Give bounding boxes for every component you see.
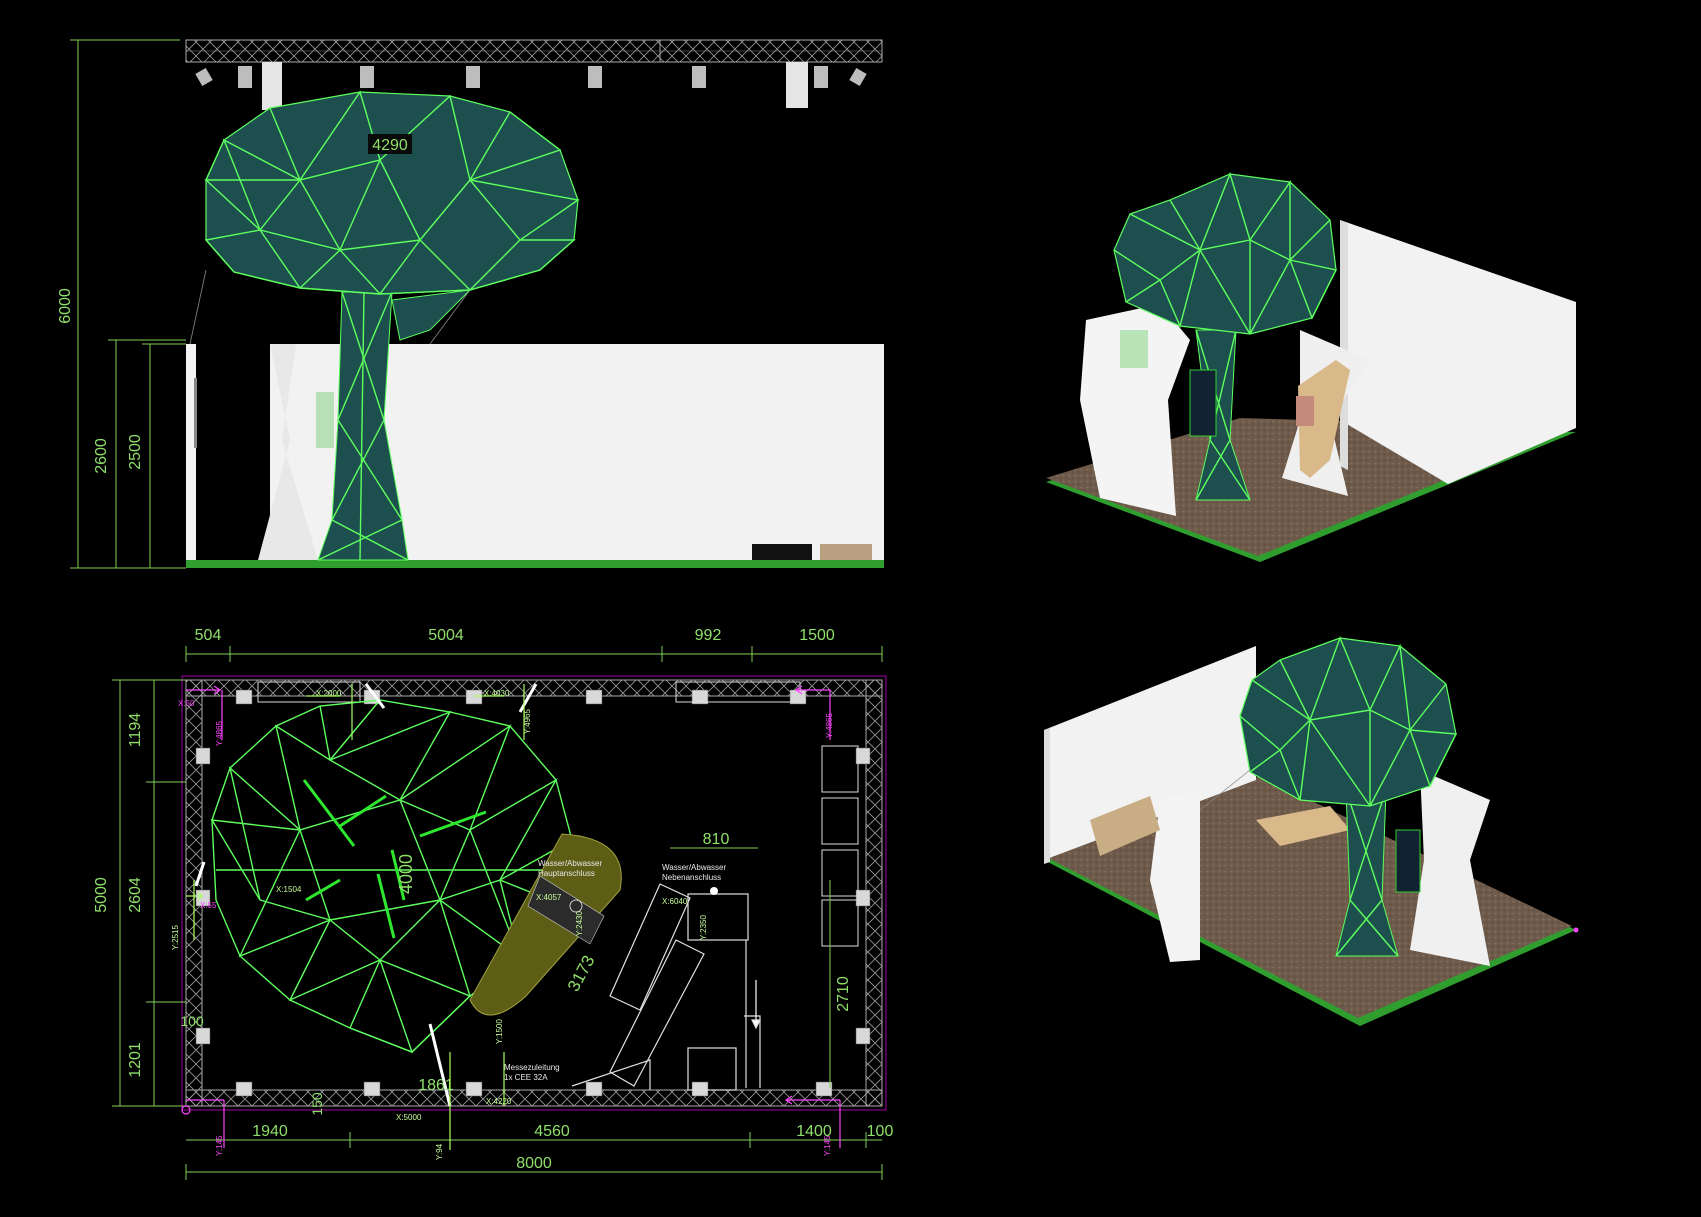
monitor [752,544,812,560]
dim-right-2710: 2710 [835,976,852,1012]
dim-counter-length: 3173 [564,952,599,994]
coord-label: Y:145 [823,1135,832,1156]
dim-left-total: 5000 [93,877,110,913]
note-water-aux-1: Wasser/Abwasser [662,863,727,872]
coord-label: X:6040 [662,897,688,906]
dim-top-1500: 1500 [799,627,835,644]
note-power-2: 1x CEE 32A [504,1073,548,1082]
dim-bottom-100: 100 [867,1123,894,1140]
coord-label: X:55 [200,901,217,910]
coord-label: Y:94 [435,1143,444,1160]
wall-graphic [316,392,334,448]
dim-left-100: 100 [180,1013,204,1029]
crate-stack [820,544,872,560]
dim-top-992: 992 [695,627,722,644]
coord-label: Y:2350 [699,915,708,940]
coord-label: Y:1500 [495,1019,504,1044]
iso2-canopy [1239,637,1457,807]
note-water-main-2: Hauptanschluss [538,869,595,878]
coord-label: X:5000 [396,1113,422,1122]
dim-bottom-4560: 4560 [534,1123,570,1140]
coord-label: X:4220 [486,1097,512,1106]
plan-top-dims: 504 5004 992 1500 [195,627,835,644]
dim-bottom-1940: 1940 [252,1123,288,1140]
tree-canopy [205,91,579,295]
height-total-dim: 6000 [57,288,74,324]
plan-structure-lines [194,683,538,1107]
dim-top-5004: 5004 [428,627,464,644]
height-wall-inner-dim: 2500 [127,434,144,470]
stand-drawing-sheet: 4290 6000 2600 2500 504 5004 992 1500 11… [57,39,1579,1180]
dim-bottom-total: 8000 [516,1155,552,1172]
dim-left-1201: 1201 [127,1042,144,1078]
floor-strip [186,560,884,568]
left-wall-end [186,344,196,560]
coord-label: Y:2430 [575,911,584,936]
canopy-width-dim: 4290 [372,137,408,154]
plan-left-dims: 1194 2604 1201 5000 [93,713,144,1078]
dim-kitchen-width: 810 [703,831,730,848]
note-water-aux-2: Nebenanschluss [662,873,721,882]
coord-label: X:1504 [276,885,302,894]
height-wall-outer-dim: 2600 [93,438,110,474]
coord-label: Y:4865 [215,721,224,746]
coord-label: X:50 [178,699,195,708]
dim-tree-base: 1861 [418,1077,454,1094]
dim-canopy-diameter: 4000 [396,854,416,894]
isometric-view-front [1046,171,1576,562]
note-water-main-1: Wasser/Abwasser [538,859,603,868]
coord-label: X:4030 [484,689,510,698]
dim-top-504: 504 [195,627,222,644]
iso1-canopy [1113,173,1337,335]
dim-bottom-150: 150 [309,1092,325,1116]
coord-label: Y:145 [215,1135,224,1156]
dim-left-1194: 1194 [127,713,144,748]
isometric-view-back [1044,636,1579,1026]
dim-left-2604: 2604 [127,877,144,913]
note-power-1: Messezuleitung [504,1063,560,1072]
elevation-view: 4290 6000 2600 2500 [57,39,884,569]
plan-view: 504 5004 992 1500 1194 2604 1201 5000 19… [93,627,893,1180]
coord-label: Y:2515 [171,925,180,950]
coord-label: X:2000 [316,689,342,698]
lighting-truss [185,39,883,110]
coord-label: X:4057 [536,893,562,902]
plan-coordinates: X:2000 X:4030 X:50 Y:4865 Y:4965 Y:4865 … [171,689,834,1160]
